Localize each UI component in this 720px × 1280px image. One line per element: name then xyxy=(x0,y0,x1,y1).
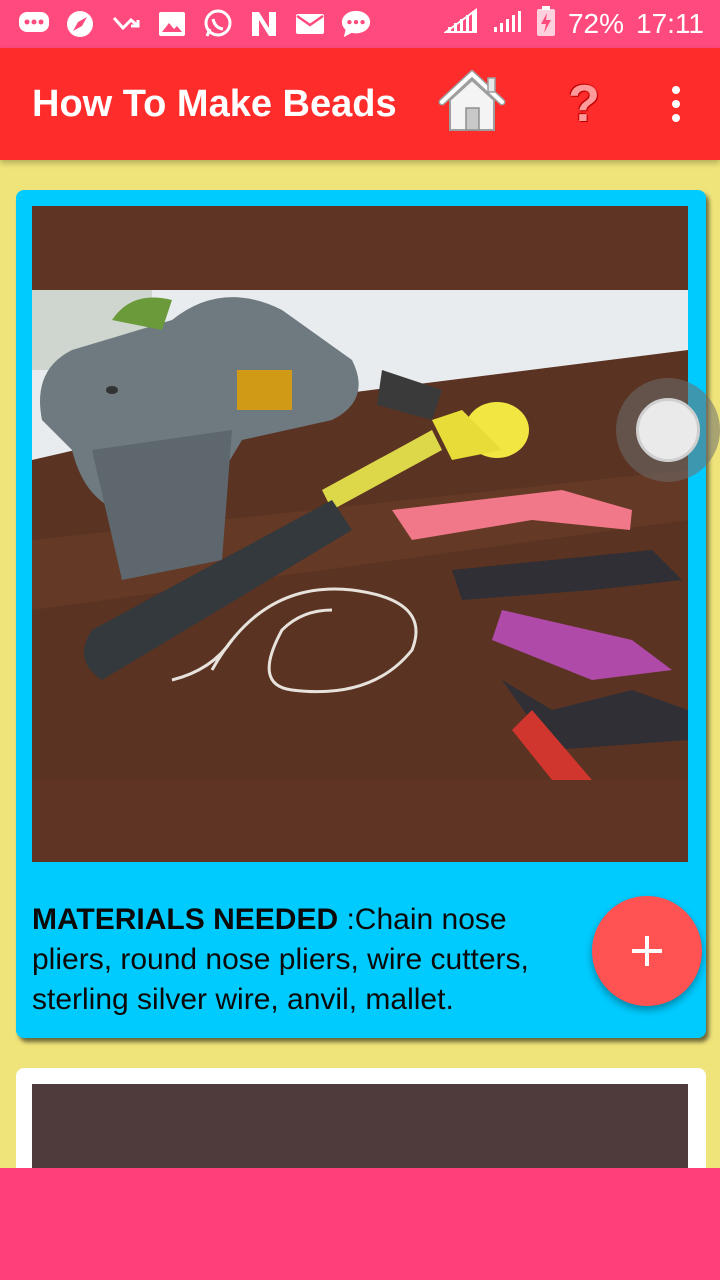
app-title: How To Make Beads xyxy=(32,83,397,125)
missed-call-icon xyxy=(110,8,142,40)
tools-photo xyxy=(32,290,688,780)
materials-image xyxy=(32,206,688,862)
status-bar: 72% 17:11 xyxy=(0,0,720,48)
signal-icon xyxy=(442,7,478,41)
gallery-icon xyxy=(156,8,188,40)
bottom-banner xyxy=(0,1168,720,1280)
materials-heading: MATERIALS NEEDED xyxy=(32,903,339,936)
clock: 17:11 xyxy=(636,8,704,39)
browser-icon xyxy=(64,8,96,40)
message-icon xyxy=(340,8,372,40)
assistive-touch-icon xyxy=(636,398,700,462)
add-fab-button[interactable] xyxy=(592,896,702,1006)
help-button[interactable]: ? xyxy=(560,74,608,134)
materials-card[interactable]: MATERIALS NEEDED :Chain nose pliers, rou… xyxy=(16,190,706,1038)
mail-icon xyxy=(294,8,326,40)
materials-text: MATERIALS NEEDED :Chain nose pliers, rou… xyxy=(32,900,592,1020)
notification-icons xyxy=(18,8,372,40)
n-app-icon xyxy=(248,8,280,40)
help-icon: ? xyxy=(568,75,600,133)
home-icon xyxy=(438,69,506,131)
battery-percent: 72% xyxy=(567,8,624,39)
battery-charging-icon xyxy=(536,5,556,44)
chat-icon xyxy=(18,8,50,40)
system-indicators: 72% 17:11 xyxy=(442,5,704,44)
assistive-touch-button[interactable] xyxy=(616,378,720,482)
home-button[interactable] xyxy=(438,69,506,134)
app-bar: How To Make Beads ? xyxy=(0,48,720,160)
overflow-menu-button[interactable] xyxy=(660,82,692,126)
plus-icon xyxy=(632,936,662,966)
signal-icon xyxy=(490,8,524,41)
whatsapp-icon xyxy=(202,8,234,40)
more-vert-icon xyxy=(672,86,680,94)
